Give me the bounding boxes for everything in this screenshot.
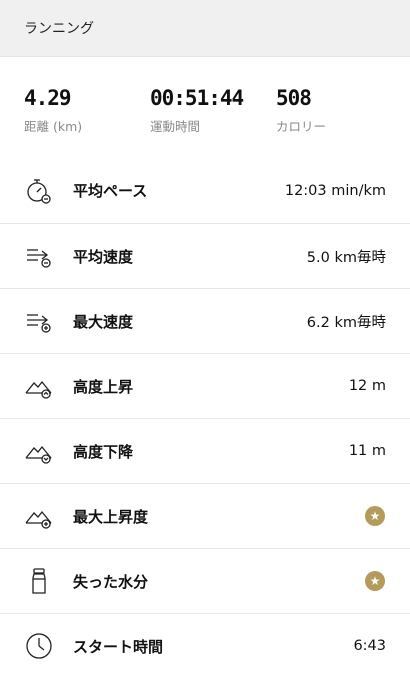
stopwatch-icon (23, 175, 55, 207)
metric-value: 12 m (348, 378, 386, 394)
max-elevation-icon (23, 500, 55, 532)
metric-row-average-pace: 平均ペース 12:03 min/km (0, 158, 410, 223)
bottle-icon (23, 565, 55, 597)
clock-icon (23, 630, 55, 662)
metric-value: 5.0 km毎時 (306, 249, 386, 266)
page-title: ランニング (24, 21, 94, 37)
speed-average-icon (23, 240, 55, 272)
stat-duration-value: 00:51:44 (150, 86, 244, 110)
stat-calories: 508 カロリー (276, 86, 326, 135)
metric-row-start-time: スタート時間 6:43 (0, 613, 410, 677)
stat-duration-label: 運動時間 (150, 119, 201, 134)
speed-max-icon (23, 305, 55, 337)
metric-value: 12:03 min/km (284, 182, 386, 199)
stat-duration: 00:51:44 運動時間 (150, 86, 244, 135)
metric-label: スタート時間 (73, 637, 164, 656)
stat-calories-value: 508 (276, 86, 312, 110)
star-badge-icon[interactable]: ★ (365, 506, 385, 526)
elevation-up-icon (23, 370, 55, 402)
metric-row-max-elevation[interactable]: 最大上昇度 ★ (0, 483, 410, 548)
metric-label: 最大速度 (73, 312, 134, 331)
stat-distance: 4.29 距離 (km) (24, 86, 82, 135)
metric-label: 高度下降 (73, 442, 134, 461)
metric-label: 高度上昇 (73, 377, 134, 396)
stat-distance-label: 距離 (km) (24, 119, 83, 134)
star-badge-icon[interactable]: ★ (365, 571, 385, 591)
metric-row-average-speed: 平均速度 5.0 km毎時 (0, 223, 410, 288)
metric-value: 6.2 km毎時 (306, 314, 386, 331)
metric-value: 6:43 (353, 638, 386, 654)
stat-calories-label: カロリー (276, 119, 327, 134)
metric-label: 最大上昇度 (73, 507, 149, 526)
metric-row-max-speed: 最大速度 6.2 km毎時 (0, 288, 410, 353)
stat-distance-value: 4.29 (24, 86, 72, 110)
app-header: ランニング (0, 0, 410, 57)
metric-label: 失った水分 (73, 572, 149, 591)
metric-row-elevation-gain: 高度上昇 12 m (0, 353, 410, 418)
metric-row-elevation-loss: 高度下降 11 m (0, 418, 410, 483)
metric-row-fluid-loss[interactable]: 失った水分 ★ (0, 548, 410, 613)
metric-label: 平均速度 (73, 247, 134, 266)
elevation-down-icon (23, 435, 55, 467)
metric-value: 11 m (348, 443, 386, 459)
metrics-list: 平均ペース 12:03 min/km 平均速度 5.0 km毎時 最大速度 6.… (0, 158, 410, 677)
metric-label: 平均ペース (73, 182, 148, 200)
summary-stats: 4.29 距離 (km) 00:51:44 運動時間 508 カロリー (0, 57, 410, 158)
